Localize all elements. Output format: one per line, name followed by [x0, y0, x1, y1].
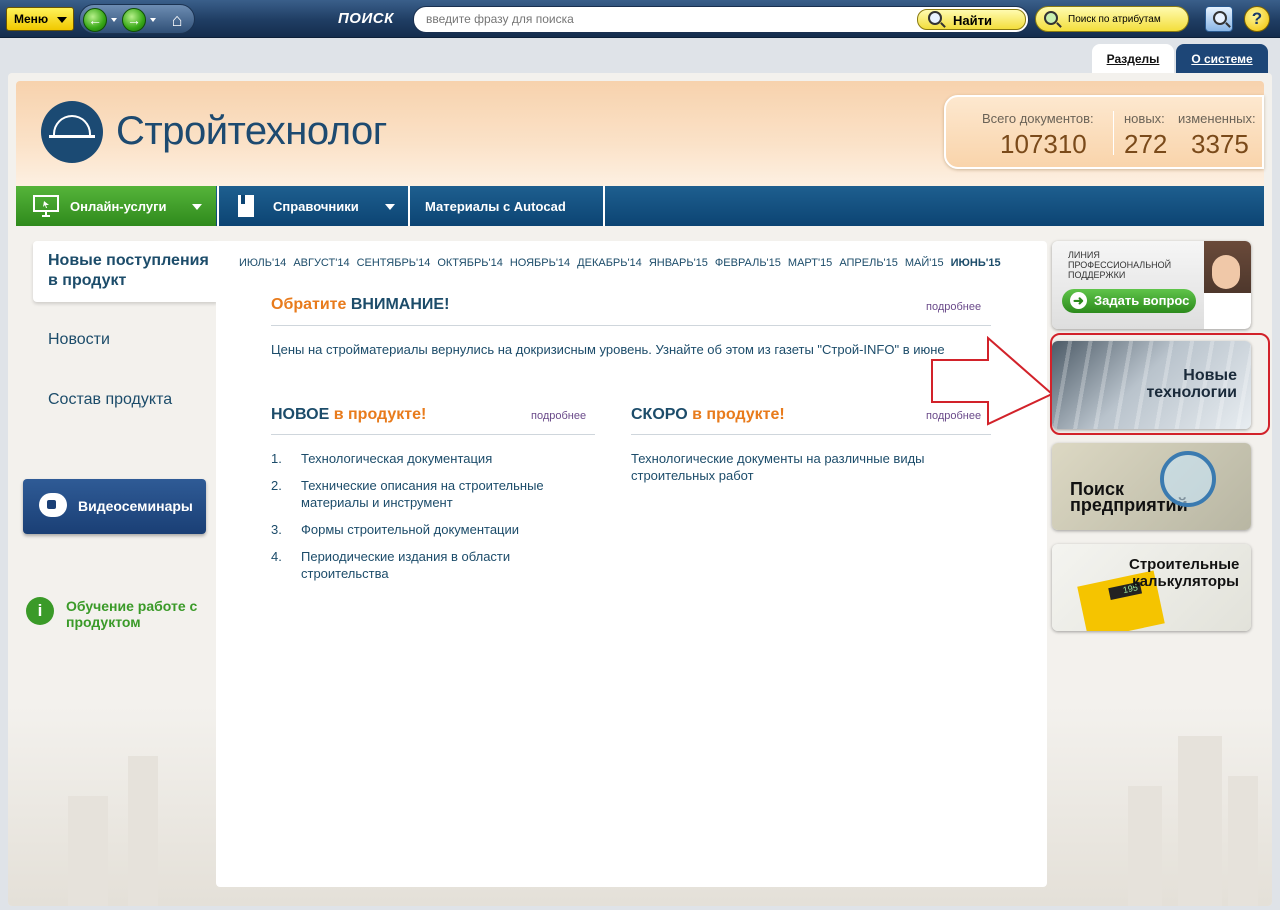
pointing-arrow-icon [931, 336, 1054, 426]
month-tab[interactable]: ИЮЛЬ'14 [239, 257, 286, 269]
sidebar-item-composition[interactable]: Состав продукта [48, 391, 172, 409]
menu-label: Меню [14, 12, 49, 26]
sidebar-item-new-arrivals[interactable]: Новые поступления в продукт [33, 241, 217, 302]
attention-text: Цены на стройматериалы вернулись на докр… [271, 342, 945, 357]
learning-link[interactable]: Обучение работе с продуктом [66, 598, 216, 630]
find-button[interactable]: Найти [917, 9, 1026, 30]
support-banner[interactable]: ЛИНИЯ ПРОФЕССИОНАЛЬНОЙ ПОДДЕРЖКИ ➜ Задат… [1052, 241, 1251, 329]
monitor-icon [33, 195, 59, 217]
home-icon[interactable]: ⌂ [166, 9, 188, 31]
nav-references[interactable]: Справочники [219, 186, 407, 226]
tab-about[interactable]: О системе [1176, 44, 1268, 73]
new-section-title: НОВОЕ в продукте! [271, 406, 427, 423]
back-arrow-icon[interactable]: ← [83, 8, 107, 32]
document-stats: Всего документов: 107310 новых: 272 изме… [944, 95, 1264, 169]
calculators-label: Строительные калькуляторы [1129, 556, 1240, 590]
month-tab[interactable]: АПРЕЛЬ'15 [839, 257, 898, 269]
support-operator-image [1204, 241, 1251, 329]
month-tab[interactable]: НОЯБРЬ'14 [510, 257, 570, 269]
map-search-icon [1160, 451, 1216, 507]
highlight-frame [1050, 333, 1270, 435]
month-tab[interactable]: ЯНВАРЬ'15 [649, 257, 708, 269]
month-tabs: ИЮЛЬ'14 АВГУСТ'14 СЕНТЯБРЬ'14 ОКТЯБРЬ'14 НОЯ… [239, 257, 1008, 269]
company-search-label: Поиск предприятий [1070, 479, 1188, 515]
help-icon[interactable]: ? [1244, 6, 1270, 32]
new-docs-label: новых: [1124, 111, 1165, 126]
attribute-search-icon [1044, 11, 1058, 25]
new-section-more-link[interactable]: подробнее [531, 410, 586, 422]
main-nav: Онлайн-услуги Справочники Материалы с Au… [16, 186, 1264, 226]
video-seminars-button[interactable]: Видеосеминары [23, 479, 206, 534]
video-seminars-label: Видеосеминары [78, 498, 193, 514]
nav-references-label: Справочники [273, 199, 359, 214]
new-docs-value: 272 [1124, 129, 1168, 159]
nav-autocad-label: Материалы с Autocad [425, 199, 566, 214]
soon-text[interactable]: Технологические документы на различные в… [631, 450, 971, 484]
month-tab[interactable]: СЕНТЯБРЬ'14 [357, 257, 431, 269]
attention-title: Обратите ВНИМАНИЕ! [271, 296, 450, 313]
search-box: Найти [413, 6, 1029, 33]
back-history-dropdown[interactable] [111, 18, 117, 22]
search-label: ПОИСК [338, 10, 394, 27]
nav-online-services[interactable]: Онлайн-услуги [16, 186, 216, 226]
support-line-text: ЛИНИЯ ПРОФЕССИОНАЛЬНОЙ ПОДДЕРЖКИ [1068, 250, 1172, 280]
attribute-search-button[interactable]: Поиск по атрибутам [1035, 6, 1189, 32]
search-input[interactable] [426, 12, 906, 26]
sidebar-item-news[interactable]: Новости [48, 331, 110, 349]
total-docs-label: Всего документов: [982, 111, 1094, 126]
month-tab[interactable]: ДЕКАБРЬ'14 [577, 257, 642, 269]
magnifier-icon [928, 11, 942, 25]
menu-button[interactable]: Меню [6, 7, 74, 31]
month-tab[interactable]: МАЙ'15 [905, 257, 944, 269]
ask-question-button[interactable]: ➜ Задать вопрос [1062, 289, 1196, 313]
attribute-search-label: Поиск по атрибутам [1068, 14, 1161, 25]
forward-arrow-icon[interactable]: → [122, 8, 146, 32]
top-toolbar: Меню ← → ⌂ ПОИСК Найти Поиск по атрибута… [0, 0, 1280, 38]
info-icon[interactable]: i [26, 597, 54, 625]
arrow-right-icon: ➜ [1070, 292, 1087, 309]
tab-sections[interactable]: Разделы [1092, 44, 1174, 73]
calculators-banner[interactable]: 195 Строительные калькуляторы [1052, 544, 1251, 631]
changed-docs-label: измененных: [1178, 111, 1256, 126]
month-tab[interactable]: ФЕВРАЛЬ'15 [715, 257, 781, 269]
month-tab[interactable]: АВГУСТ'14 [293, 257, 349, 269]
main-panel: ИЮЛЬ'14 АВГУСТ'14 СЕНТЯБРЬ'14 ОКТЯБРЬ'14 НОЯ… [216, 241, 1047, 887]
video-camera-icon [39, 493, 67, 517]
month-tab[interactable]: МАРТ'15 [788, 257, 832, 269]
company-search-banner[interactable]: Поиск предприятий [1052, 443, 1251, 530]
month-tab[interactable]: ИЮНЬ'15 [951, 257, 1001, 269]
logo-text: Стройтехнолог [116, 109, 387, 153]
ask-question-label: Задать вопрос [1094, 293, 1190, 308]
changed-docs-value: 3375 [1191, 129, 1249, 159]
soon-section-title: СКОРО в продукте! [631, 406, 785, 423]
nav-online-label: Онлайн-услуги [70, 199, 167, 214]
navigation-group: ← → ⌂ [79, 4, 195, 34]
total-docs-value: 107310 [1000, 129, 1087, 159]
sidebar-active-label: Новые поступления в продукт [48, 252, 209, 289]
header-banner: Стройтехнолог Всего документов: 107310 н… [16, 81, 1264, 186]
image-search-icon[interactable] [1205, 6, 1233, 32]
attention-more-link[interactable]: подробнее [926, 301, 981, 313]
forward-history-dropdown[interactable] [150, 18, 156, 22]
month-tab[interactable]: ОКТЯБРЬ'14 [437, 257, 503, 269]
nav-autocad-materials[interactable]: Материалы с Autocad [410, 186, 602, 226]
logo-icon [41, 101, 103, 163]
find-label: Найти [953, 13, 992, 28]
book-icon [238, 195, 254, 217]
